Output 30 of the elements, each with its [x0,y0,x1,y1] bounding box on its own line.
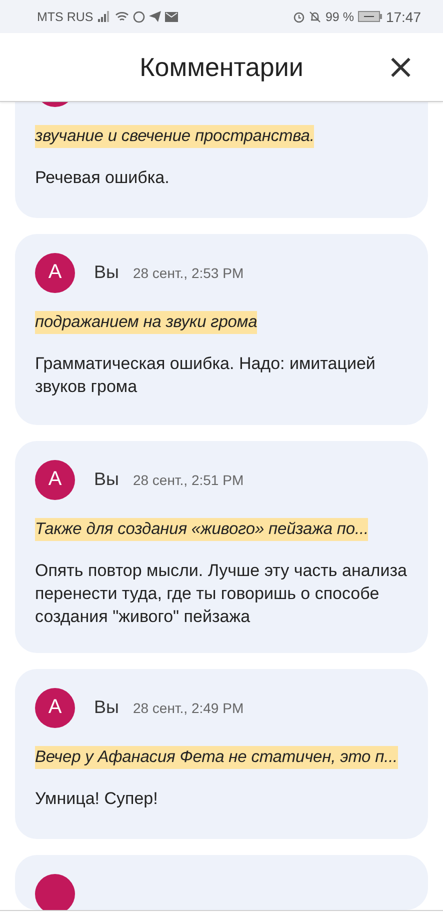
header-title: Комментарии [140,52,304,82]
avatar: A [35,460,75,500]
comment-text: Грамматическая ошибка. Надо: имитацией звуков грома [35,352,376,398]
author-name: Вы [94,469,119,490]
avatar: A [35,688,75,728]
highlighted-quote: Вечер у Афанасия Фета не статичен, это п... [35,746,398,769]
send-icon [149,11,162,22]
comment-time: 28 сент., 2:51 PM [132,472,244,488]
signal-icon [97,11,112,22]
comment-time: 28 сент., 2:49 PM [132,700,244,716]
comment-text: Речевая ошибка. [35,167,170,189]
clock-time: 17:47 [386,8,421,24]
battery-percent: 99 % [325,10,354,24]
author-name: Вы [94,262,119,284]
mail-icon [165,12,178,22]
comment-time: 28 сент., 2:53 PM [132,264,244,281]
author-name: Вы [94,697,119,718]
highlighted-quote: звучание и свечение пространства. [35,125,314,148]
alarm-icon [293,10,306,22]
wifi-icon [115,11,130,22]
comment-text: Умница! Супер! [35,788,159,810]
highlighted-quote: подражанием на звуки грома [35,310,258,334]
bell-off-icon [309,10,322,22]
highlighted-quote: Также для создания «живого» пейзажа по... [35,518,368,541]
comment-text: Опять повтор мысли. Лучше эту часть анализа перенести туда, где ты говоришь о способе создания "живого" пейзажа [35,560,408,628]
battery-icon [358,11,382,22]
avatar: A [35,252,75,293]
close-button[interactable]: × [382,48,419,86]
carrier-name: MTS RUS [37,10,94,24]
avatar [35,874,75,910]
